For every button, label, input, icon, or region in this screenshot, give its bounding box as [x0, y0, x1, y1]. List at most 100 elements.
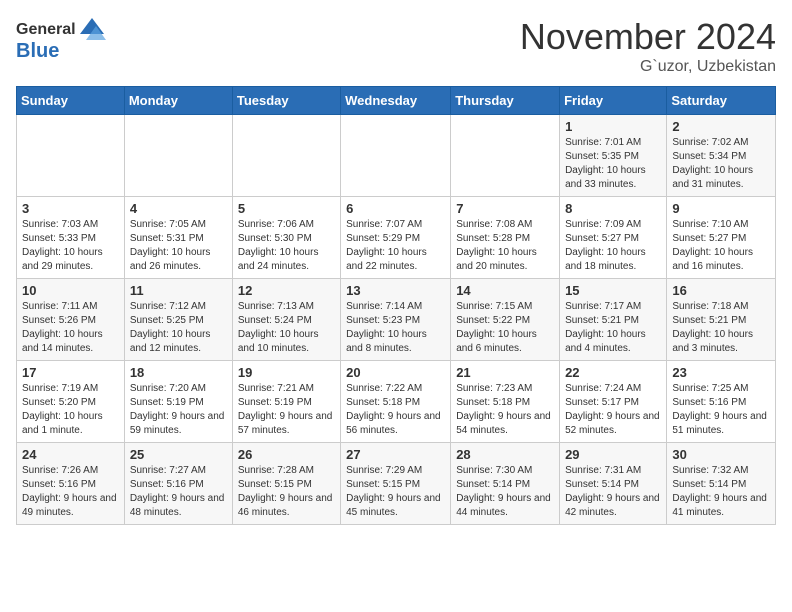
day-info: Sunrise: 7:12 AM Sunset: 5:25 PM Dayligh… [130, 300, 227, 356]
logo-general-text: General [16, 21, 76, 39]
week-row-0: 1Sunrise: 7:01 AM Sunset: 5:35 PM Daylig… [17, 115, 776, 197]
col-header-saturday: Saturday [667, 87, 776, 115]
day-number: 1 [565, 119, 661, 134]
day-info: Sunrise: 7:31 AM Sunset: 5:14 PM Dayligh… [565, 464, 661, 520]
day-info: Sunrise: 7:03 AM Sunset: 5:33 PM Dayligh… [22, 218, 119, 274]
calendar-table: SundayMondayTuesdayWednesdayThursdayFrid… [16, 86, 776, 525]
day-number: 6 [346, 201, 445, 216]
col-header-thursday: Thursday [451, 87, 560, 115]
day-info: Sunrise: 7:17 AM Sunset: 5:21 PM Dayligh… [565, 300, 661, 356]
col-header-friday: Friday [560, 87, 667, 115]
day-number: 16 [672, 283, 770, 298]
day-info: Sunrise: 7:06 AM Sunset: 5:30 PM Dayligh… [238, 218, 335, 274]
day-info: Sunrise: 7:09 AM Sunset: 5:27 PM Dayligh… [565, 218, 661, 274]
day-cell: 24 Sunrise: 7:26 AM Sunset: 5:16 PM Dayli… [17, 443, 125, 525]
day-cell [451, 115, 560, 197]
day-cell: 13Sunrise: 7:14 AM Sunset: 5:23 PM Dayli… [341, 279, 451, 361]
logo: General Blue [16, 16, 106, 63]
day-cell: 6 Sunrise: 7:07 AM Sunset: 5:29 PM Daylig… [341, 197, 451, 279]
day-info: Sunrise: 7:21 AM Sunset: 5:19 PM Dayligh… [238, 382, 335, 438]
day-number: 23 [672, 365, 770, 380]
week-row-3: 17 Sunrise: 7:19 AM Sunset: 5:20 PM Dayli… [17, 361, 776, 443]
day-number: 29 [565, 447, 661, 462]
day-cell: 8 Sunrise: 7:09 AM Sunset: 5:27 PM Daylig… [560, 197, 667, 279]
day-cell: 21 Sunrise: 7:23 AM Sunset: 5:18 PM Dayli… [451, 361, 560, 443]
day-cell: 26Sunrise: 7:28 AM Sunset: 5:15 PM Dayli… [232, 443, 340, 525]
day-cell: 20 Sunrise: 7:22 AM Sunset: 5:18 PM Dayli… [341, 361, 451, 443]
day-info: Sunrise: 7:20 AM Sunset: 5:19 PM Dayligh… [130, 382, 227, 438]
day-number: 4 [130, 201, 227, 216]
day-cell [341, 115, 451, 197]
day-number: 13 [346, 283, 445, 298]
day-cell: 19 Sunrise: 7:21 AM Sunset: 5:19 PM Dayli… [232, 361, 340, 443]
day-cell: 22 Sunrise: 7:24 AM Sunset: 5:17 PM Dayli… [560, 361, 667, 443]
day-number: 21 [456, 365, 554, 380]
day-info: Sunrise: 7:22 AM Sunset: 5:18 PM Dayligh… [346, 382, 445, 438]
day-number: 12 [238, 283, 335, 298]
day-info: Sunrise: 7:27 AM Sunset: 5:16 PM Dayligh… [130, 464, 227, 520]
day-info: Sunrise: 7:23 AM Sunset: 5:18 PM Dayligh… [456, 382, 554, 438]
day-cell: 27Sunrise: 7:29 AM Sunset: 5:15 PM Dayli… [341, 443, 451, 525]
day-info: Sunrise: 7:18 AM Sunset: 5:21 PM Dayligh… [672, 300, 770, 356]
day-number: 30 [672, 447, 770, 462]
day-cell: 25 Sunrise: 7:27 AM Sunset: 5:16 PM Dayli… [124, 443, 232, 525]
day-cell: 23 Sunrise: 7:25 AM Sunset: 5:16 PM Dayli… [667, 361, 776, 443]
day-number: 8 [565, 201, 661, 216]
day-cell: 28 Sunrise: 7:30 AM Sunset: 5:14 PM Dayli… [451, 443, 560, 525]
day-cell: 15Sunrise: 7:17 AM Sunset: 5:21 PM Dayli… [560, 279, 667, 361]
day-number: 20 [346, 365, 445, 380]
day-info: Sunrise: 7:10 AM Sunset: 5:27 PM Dayligh… [672, 218, 770, 274]
day-number: 22 [565, 365, 661, 380]
day-cell: 29 Sunrise: 7:31 AM Sunset: 5:14 PM Dayli… [560, 443, 667, 525]
day-cell: 11 Sunrise: 7:12 AM Sunset: 5:25 PM Dayli… [124, 279, 232, 361]
title-month: November 2024 [520, 16, 776, 58]
day-info: Sunrise: 7:19 AM Sunset: 5:20 PM Dayligh… [22, 382, 119, 438]
day-cell: 30 Sunrise: 7:32 AM Sunset: 5:14 PM Dayli… [667, 443, 776, 525]
day-cell: 16 Sunrise: 7:18 AM Sunset: 5:21 PM Dayli… [667, 279, 776, 361]
day-number: 9 [672, 201, 770, 216]
day-info: Sunrise: 7:08 AM Sunset: 5:28 PM Dayligh… [456, 218, 554, 274]
day-cell: 4 Sunrise: 7:05 AM Sunset: 5:31 PM Daylig… [124, 197, 232, 279]
day-info: Sunrise: 7:26 AM Sunset: 5:16 PM Dayligh… [22, 464, 119, 520]
week-row-4: 24 Sunrise: 7:26 AM Sunset: 5:16 PM Dayli… [17, 443, 776, 525]
day-number: 3 [22, 201, 119, 216]
day-info: Sunrise: 7:30 AM Sunset: 5:14 PM Dayligh… [456, 464, 554, 520]
day-number: 26 [238, 447, 335, 462]
day-number: 10 [22, 283, 119, 298]
day-info: Sunrise: 7:13 AM Sunset: 5:24 PM Dayligh… [238, 300, 335, 356]
day-info: Sunrise: 7:15 AM Sunset: 5:22 PM Dayligh… [456, 300, 554, 356]
day-cell: 9 Sunrise: 7:10 AM Sunset: 5:27 PM Daylig… [667, 197, 776, 279]
day-cell: 1Sunrise: 7:01 AM Sunset: 5:35 PM Daylig… [560, 115, 667, 197]
day-cell [124, 115, 232, 197]
day-number: 14 [456, 283, 554, 298]
day-number: 7 [456, 201, 554, 216]
day-number: 28 [456, 447, 554, 462]
day-cell: 3 Sunrise: 7:03 AM Sunset: 5:33 PM Daylig… [17, 197, 125, 279]
calendar-header-row: SundayMondayTuesdayWednesdayThursdayFrid… [17, 87, 776, 115]
title-location: G`uzor, Uzbekistan [520, 58, 776, 76]
day-cell: 17 Sunrise: 7:19 AM Sunset: 5:20 PM Dayli… [17, 361, 125, 443]
day-number: 11 [130, 283, 227, 298]
day-cell: 5Sunrise: 7:06 AM Sunset: 5:30 PM Daylig… [232, 197, 340, 279]
day-info: Sunrise: 7:32 AM Sunset: 5:14 PM Dayligh… [672, 464, 770, 520]
week-row-2: 10 Sunrise: 7:11 AM Sunset: 5:26 PM Dayli… [17, 279, 776, 361]
col-header-sunday: Sunday [17, 87, 125, 115]
col-header-wednesday: Wednesday [341, 87, 451, 115]
day-info: Sunrise: 7:24 AM Sunset: 5:17 PM Dayligh… [565, 382, 661, 438]
day-info: Sunrise: 7:11 AM Sunset: 5:26 PM Dayligh… [22, 300, 119, 356]
day-info: Sunrise: 7:29 AM Sunset: 5:15 PM Dayligh… [346, 464, 445, 520]
day-cell [17, 115, 125, 197]
day-cell: 18Sunrise: 7:20 AM Sunset: 5:19 PM Dayli… [124, 361, 232, 443]
day-cell: 12 Sunrise: 7:13 AM Sunset: 5:24 PM Dayli… [232, 279, 340, 361]
day-number: 17 [22, 365, 119, 380]
day-info: Sunrise: 7:05 AM Sunset: 5:31 PM Dayligh… [130, 218, 227, 274]
day-number: 25 [130, 447, 227, 462]
day-cell: 2Sunrise: 7:02 AM Sunset: 5:34 PM Daylig… [667, 115, 776, 197]
day-number: 19 [238, 365, 335, 380]
day-info: Sunrise: 7:25 AM Sunset: 5:16 PM Dayligh… [672, 382, 770, 438]
day-number: 24 [22, 447, 119, 462]
day-info: Sunrise: 7:02 AM Sunset: 5:34 PM Dayligh… [672, 136, 770, 192]
day-cell: 10 Sunrise: 7:11 AM Sunset: 5:26 PM Dayli… [17, 279, 125, 361]
day-info: Sunrise: 7:07 AM Sunset: 5:29 PM Dayligh… [346, 218, 445, 274]
title-block: November 2024 G`uzor, Uzbekistan [520, 16, 776, 76]
